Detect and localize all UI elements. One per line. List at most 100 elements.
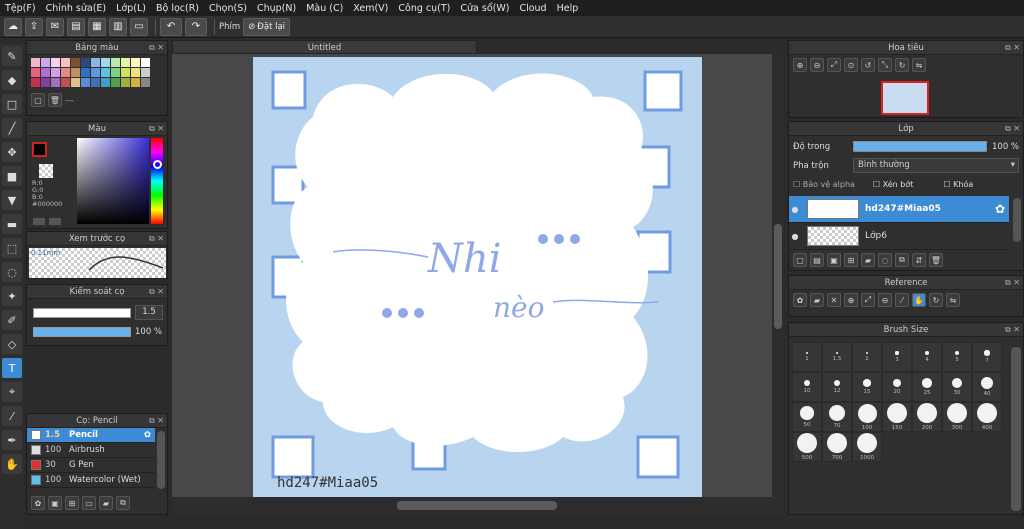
color-swatch[interactable]: [61, 58, 70, 67]
brush-opacity-slider[interactable]: [33, 327, 131, 337]
reset-view-icon[interactable]: ⤡: [878, 58, 892, 72]
menu-item[interactable]: Chỉnh sửa(E): [41, 3, 112, 14]
copy-layer-icon[interactable]: ▣: [827, 253, 841, 267]
blend-mode-select[interactable]: Bình thường ▾: [853, 158, 1019, 173]
color-swatch[interactable]: [31, 58, 40, 67]
vertical-scroll-thumb[interactable]: [774, 224, 782, 329]
chat-icon[interactable]: ✉: [46, 17, 64, 36]
color-swatch[interactable]: [31, 78, 40, 87]
brush-size-cell[interactable]: 100: [852, 402, 882, 432]
brush-settings-icon[interactable]: ✿: [31, 496, 45, 510]
color-swatch[interactable]: [81, 78, 90, 87]
reference-rotate-icon[interactable]: ↻: [929, 293, 943, 307]
brush-size-cell[interactable]: 25: [912, 372, 942, 402]
secondary-color-swatch[interactable]: [39, 164, 53, 178]
layer-visibility-icon[interactable]: ●: [789, 232, 801, 241]
color-swatch[interactable]: [71, 78, 80, 87]
merge-layer-icon[interactable]: ⧉: [895, 253, 909, 267]
note-icon[interactable]: ▤: [67, 17, 85, 36]
gear-icon[interactable]: ✿: [144, 430, 151, 440]
gradient-tool-icon[interactable]: ▬: [2, 214, 22, 234]
reference-hand-icon[interactable]: ✋: [912, 293, 926, 307]
divide-tool-icon[interactable]: ⌖: [2, 382, 22, 402]
color-swatch[interactable]: [111, 78, 120, 87]
add-layer-menu-icon[interactable]: ⊞: [844, 253, 858, 267]
brush-list-scrollbar[interactable]: [157, 431, 165, 489]
menu-item[interactable]: Help: [552, 3, 584, 14]
protect-alpha-checkbox[interactable]: ☐ Bảo vệ alpha: [793, 180, 855, 189]
hue-slider[interactable]: [151, 138, 163, 224]
reference-zoom-in-icon[interactable]: ⊕: [844, 293, 858, 307]
brush-size-cell[interactable]: 5: [942, 342, 972, 372]
cloud-icon[interactable]: ☁: [4, 17, 22, 36]
document-tab[interactable]: Untitled: [172, 40, 477, 54]
layer-row[interactable]: ● hd247#Miaa05 ✿: [789, 196, 1009, 223]
bucket-tool-icon[interactable]: ▼: [2, 190, 22, 210]
panel-close-icon[interactable]: ⧉ ✕: [149, 285, 164, 299]
canvas-paper[interactable]: Nhi nèo hd247#Miaa05: [253, 57, 702, 498]
panel-close-icon[interactable]: ⧉ ✕: [149, 41, 164, 55]
brush-size-cell[interactable]: 15: [852, 372, 882, 402]
color-swatch[interactable]: [131, 68, 140, 77]
menu-item[interactable]: Bộ lọc(R): [151, 3, 204, 14]
brush-size-cell[interactable]: 200: [912, 402, 942, 432]
zoom-in-icon[interactable]: ⊕: [793, 58, 807, 72]
move-tool-icon[interactable]: ✥: [2, 142, 22, 162]
saturation-value-picker[interactable]: [77, 138, 149, 224]
brush-size-cell[interactable]: 300: [942, 402, 972, 432]
brush-size-cell[interactable]: 700: [822, 432, 852, 462]
menu-item[interactable]: Công cụ(T): [393, 3, 455, 14]
menu-item[interactable]: Tệp(F): [0, 3, 41, 14]
layer-scrollbar[interactable]: [1013, 198, 1021, 242]
color-swatch[interactable]: [141, 58, 150, 67]
menu-item[interactable]: Lớp(L): [111, 3, 151, 14]
menu-item[interactable]: Xem(V): [348, 3, 393, 14]
color-swatch[interactable]: [71, 58, 80, 67]
panel-close-icon[interactable]: ⧉ ✕: [1005, 276, 1020, 290]
brush-add-icon[interactable]: ▣: [48, 496, 62, 510]
eraser-tool-icon[interactable]: ◆: [2, 70, 22, 90]
select-rect-tool-icon[interactable]: □: [2, 94, 22, 114]
reference-flip-icon[interactable]: ⇋: [946, 293, 960, 307]
layer-opacity-slider[interactable]: [853, 141, 987, 152]
navigator-thumbnail[interactable]: [881, 81, 929, 115]
panel-icon[interactable]: ▥: [109, 17, 127, 36]
primary-color-swatch[interactable]: [32, 142, 47, 157]
brush-size-cell[interactable]: 3: [882, 342, 912, 372]
lasso-tool-icon[interactable]: ◌: [2, 262, 22, 282]
select-eraser-tool-icon[interactable]: ◇: [2, 334, 22, 354]
color-swatch[interactable]: [101, 78, 110, 87]
panel-close-icon[interactable]: ⧉ ✕: [1005, 41, 1020, 55]
canvas-horizontal-scrollbar[interactable]: [172, 497, 772, 515]
color-swatch[interactable]: [81, 58, 90, 67]
color-swatch[interactable]: [61, 68, 70, 77]
fit-icon[interactable]: ⤢: [827, 58, 841, 72]
hand-tool-icon[interactable]: ✋: [2, 454, 22, 474]
brush-size-cell[interactable]: 500: [792, 432, 822, 462]
eyedropper-tool-icon[interactable]: ⁄: [2, 406, 22, 426]
reference-open-icon[interactable]: ▰: [810, 293, 824, 307]
lock-checkbox[interactable]: ☐ Khóa: [943, 180, 973, 189]
layer-transfer-icon[interactable]: ⇵: [912, 253, 926, 267]
marquee-tool-icon[interactable]: ⬚: [2, 238, 22, 258]
menu-item[interactable]: Cửa sổ(W): [455, 3, 514, 14]
color-swatch[interactable]: [91, 68, 100, 77]
brush-size-cell[interactable]: 7: [972, 342, 1002, 372]
brush-size-cell[interactable]: 400: [972, 402, 1002, 432]
color-swatch[interactable]: [51, 78, 60, 87]
text-tool-icon[interactable]: T: [2, 358, 22, 378]
brush-size-cell[interactable]: 10: [792, 372, 822, 402]
flip-icon[interactable]: ⇋: [912, 58, 926, 72]
reference-eyedropper-icon[interactable]: ⁄: [895, 293, 909, 307]
new-halftone-layer-icon[interactable]: ▤: [810, 253, 824, 267]
menu-item[interactable]: Màu (C): [301, 3, 348, 14]
color-swatch[interactable]: [31, 68, 40, 77]
clipping-checkbox[interactable]: ☐ Xén bớt: [873, 180, 913, 189]
color-swatch[interactable]: [131, 78, 140, 87]
brush-size-value[interactable]: 1.5: [135, 305, 163, 320]
brush-import-icon[interactable]: ⊞: [65, 496, 79, 510]
redo-icon[interactable]: ↷: [185, 17, 207, 36]
panel-close-icon[interactable]: ⧉ ✕: [149, 232, 164, 246]
reference-close-icon[interactable]: ✕: [827, 293, 841, 307]
color-swatch[interactable]: [121, 78, 130, 87]
